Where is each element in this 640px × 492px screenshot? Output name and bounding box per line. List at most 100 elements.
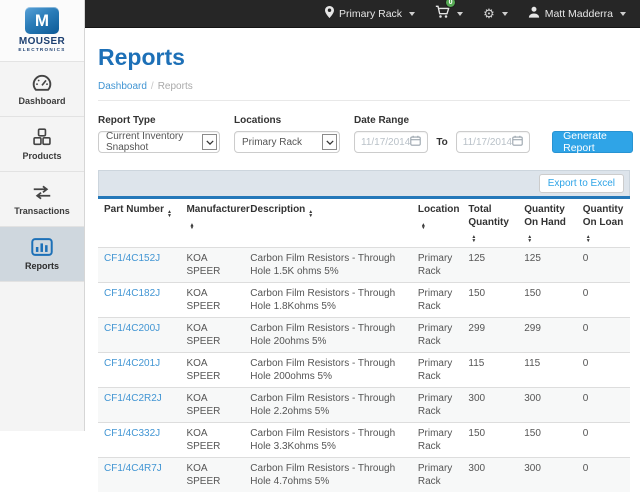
quantity-on-loan-cell: 0 [577, 388, 630, 423]
report-filters: Report Type Current Inventory Snapshot L… [98, 115, 630, 153]
part-number-cell: CF1/4C152J [98, 248, 180, 283]
sidebar-item-reports[interactable]: Reports [0, 227, 84, 282]
quantity-on-hand-cell: 300 [518, 388, 577, 423]
description-cell: Carbon Film Resistors - Through Hole 200… [244, 353, 412, 388]
breadcrumb-dashboard-link[interactable]: Dashboard [98, 81, 147, 92]
report-type-value: Current Inventory Snapshot [106, 131, 197, 153]
chevron-down-icon [409, 12, 415, 16]
column-header-quantity-on-loan[interactable]: Quantity On Loan▲▼ [577, 199, 630, 248]
table-row: CF1/4C152J KOA SPEERCarbon Film Resistors… [98, 248, 630, 283]
map-pin-icon [325, 6, 334, 21]
topbar: Primary Rack 0 ⚙ Matt Madderra [85, 0, 640, 28]
mouser-logo[interactable]: M MOUSER ELECTRONICS [0, 0, 84, 62]
chevron-down-icon [620, 12, 626, 16]
part-number-link[interactable]: CF1/4C4R7J [104, 463, 162, 474]
sidebar-item-label: Dashboard [18, 96, 65, 106]
sidebar-item-label: Transactions [14, 206, 70, 216]
part-number-link[interactable]: CF1/4C201J [104, 358, 160, 369]
location-cell: Primary Rack [412, 283, 463, 318]
date-to-input[interactable]: 11/17/2014 [456, 131, 530, 153]
location-cell: Primary Rack [412, 458, 463, 492]
sidebar: M MOUSER ELECTRONICS Dashboard Products [0, 0, 85, 431]
location-label: Primary Rack [339, 8, 402, 20]
reports-bar-chart-icon [31, 237, 53, 257]
table-row: CF1/4C201JKOA SPEERCarbon Film Resistors… [98, 353, 630, 388]
sort-icon: ▲▼ [471, 236, 476, 243]
manufacturer-cell: KOA SPEER [180, 318, 244, 353]
page-title: Reports [98, 44, 630, 71]
locations-select[interactable]: Primary Rack [234, 131, 340, 153]
location-cell: Primary Rack [412, 388, 463, 423]
panel-header-strip: Export to Excel [98, 170, 630, 196]
column-header-part-number[interactable]: Part Number▲▼ [98, 199, 180, 248]
sort-icon: ▲▼ [189, 224, 194, 231]
date-from-input[interactable]: 11/17/2014 [354, 131, 428, 153]
location-cell: Primary Rack [412, 353, 463, 388]
part-number-cell: CF1/4C201J [98, 353, 180, 388]
sidebar-item-transactions[interactable]: Transactions [0, 172, 84, 227]
user-name: Matt Madderra [545, 8, 613, 20]
report-type-label: Report Type [98, 115, 220, 126]
column-header-total-quantity[interactable]: Total Quantity▲▼ [462, 199, 518, 248]
breadcrumb: Dashboard/Reports [98, 81, 630, 101]
sidebar-item-label: Products [22, 151, 61, 161]
calendar-icon [410, 135, 421, 149]
select-dropdown-icon [202, 134, 217, 150]
quantity-on-loan-cell: 0 [577, 458, 630, 492]
part-number-cell: CF1/4C2R2J [98, 388, 180, 423]
column-header-manufacturer[interactable]: Manufacturer▲▼ [180, 199, 244, 248]
total-quantity-cell: 115 [462, 353, 518, 388]
chevron-down-icon [457, 12, 463, 16]
report-type-select[interactable]: Current Inventory Snapshot [98, 131, 220, 153]
date-range-label: Date Range [354, 115, 633, 126]
breadcrumb-separator: / [151, 81, 154, 92]
part-number-link[interactable]: CF1/4C2R2J [104, 393, 162, 404]
report-panel: Export to Excel Part Number▲▼ Manufactur… [98, 170, 630, 492]
table-row: CF1/4C200J KOA SPEERCarbon Film Resistors… [98, 318, 630, 353]
total-quantity-cell: 299 [462, 318, 518, 353]
export-to-excel-button[interactable]: Export to Excel [539, 174, 624, 193]
settings-menu[interactable]: ⚙ [483, 7, 508, 20]
part-number-cell: CF1/4C4R7J [98, 458, 180, 492]
description-cell: Carbon Film Resistors - Through Hole 3.3… [244, 423, 412, 458]
column-header-description[interactable]: Description▲▼ [244, 199, 412, 248]
total-quantity-cell: 300 [462, 458, 518, 492]
report-table-body: CF1/4C152JKOA SPEERCarbon Film Resistors… [98, 248, 630, 492]
total-quantity-cell: 150 [462, 423, 518, 458]
cart-count-badge: 0 [445, 0, 456, 8]
location-cell: Primary Rack [412, 423, 463, 458]
quantity-on-hand-cell: 115 [518, 353, 577, 388]
date-to-value: 11/17/2014 [463, 137, 512, 148]
part-number-link[interactable]: CF1/4C152J [104, 253, 160, 264]
date-to-label: To [436, 137, 447, 148]
sort-icon: ▲▼ [308, 211, 313, 218]
description-cell: Carbon Film Resistors - Through Hole 1.5… [244, 248, 412, 283]
sort-icon: ▲▼ [421, 224, 426, 231]
table-row: CF1/4C2R2JKOA SPEERCarbon Film Resistors… [98, 388, 630, 423]
quantity-on-hand-cell: 150 [518, 423, 577, 458]
column-header-quantity-on-hand[interactable]: Quantity On Hand▲▼ [518, 199, 577, 248]
sidebar-item-label: Reports [25, 261, 59, 271]
part-number-link[interactable]: CF1/4C200J [104, 323, 160, 334]
brand-name: MOUSER [19, 37, 65, 47]
part-number-link[interactable]: CF1/4C182J [104, 288, 160, 299]
manufacturer-cell: KOA SPEER [180, 458, 244, 492]
quantity-on-hand-cell: 125 [518, 248, 577, 283]
cart-menu[interactable]: 0 [435, 5, 463, 22]
quantity-on-hand-cell: 299 [518, 318, 577, 353]
sort-icon: ▲▼ [527, 236, 532, 243]
user-menu[interactable]: Matt Madderra [528, 6, 626, 21]
location-menu[interactable]: Primary Rack [325, 6, 415, 21]
generate-report-button[interactable]: Generate Report [552, 131, 633, 153]
sidebar-item-dashboard[interactable]: Dashboard [0, 62, 84, 117]
description-cell: Carbon Film Resistors - Through Hole 20o… [244, 318, 412, 353]
location-cell: Primary Rack [412, 318, 463, 353]
sort-icon: ▲▼ [586, 236, 591, 243]
column-header-location[interactable]: Location▲▼ [412, 199, 463, 248]
quantity-on-loan-cell: 0 [577, 248, 630, 283]
manufacturer-cell: KOA SPEER [180, 248, 244, 283]
sidebar-item-products[interactable]: Products [0, 117, 84, 172]
part-number-link[interactable]: CF1/4C332J [104, 428, 160, 439]
description-cell: Carbon Film Resistors - Through Hole 2.2… [244, 388, 412, 423]
locations-value: Primary Rack [242, 137, 302, 148]
